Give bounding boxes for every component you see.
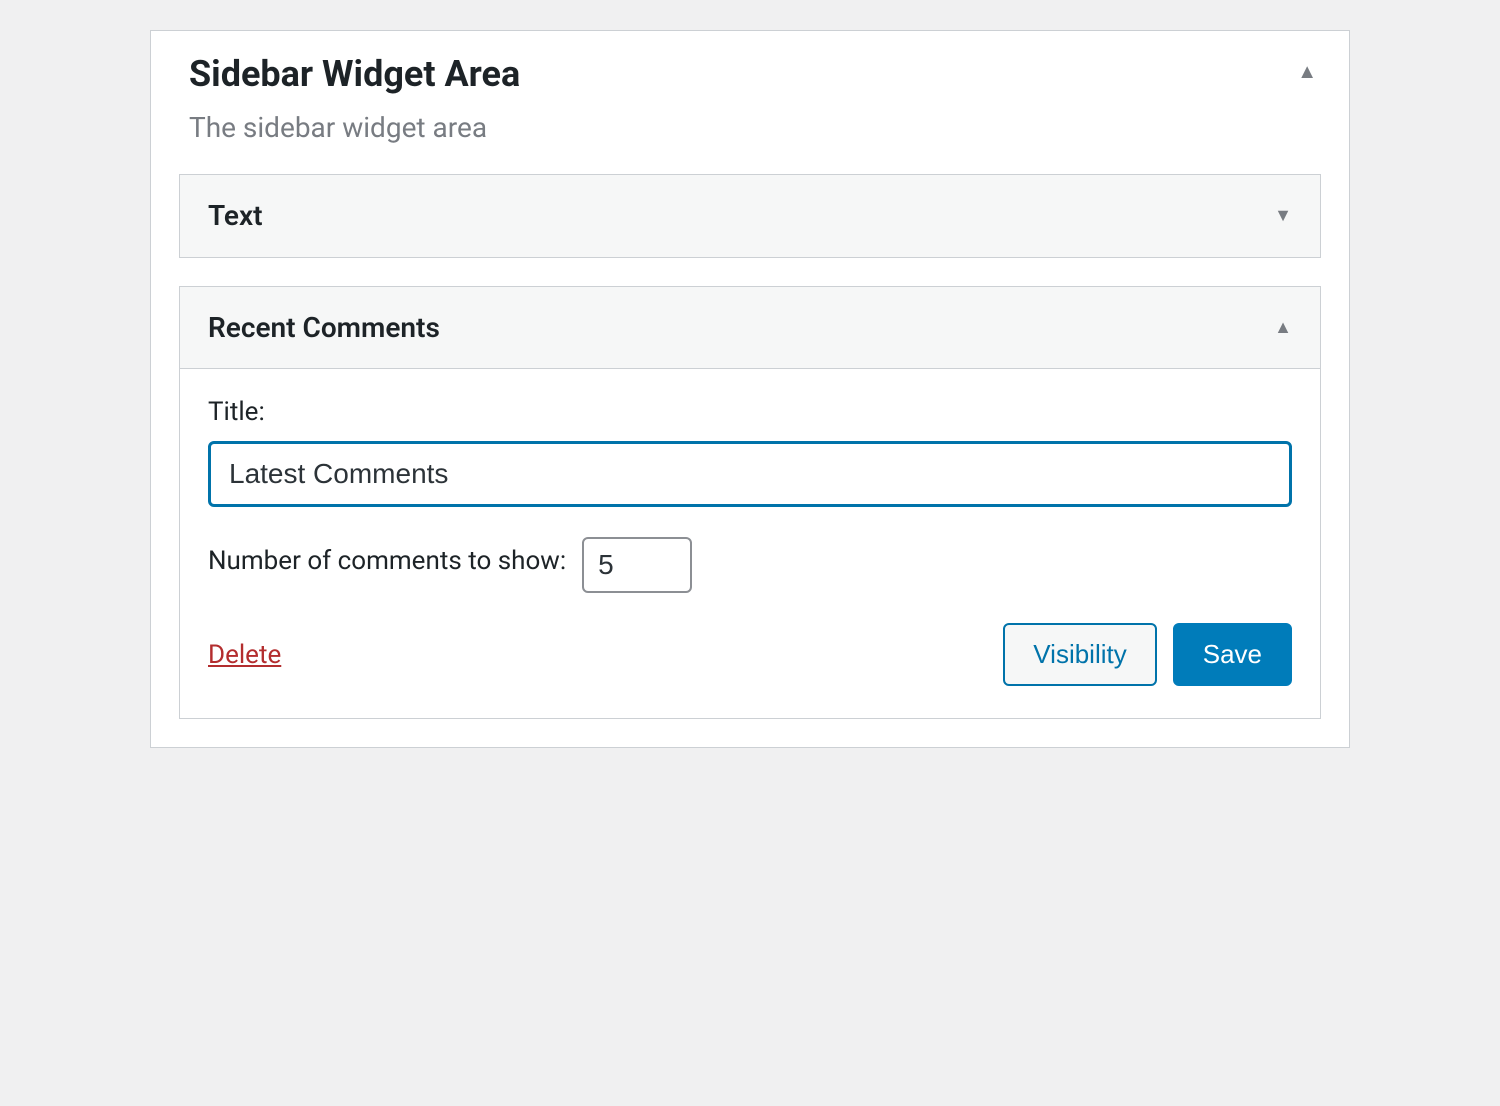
chevron-down-icon: ▼	[1274, 205, 1292, 226]
widget-recent-comments-title: Recent Comments	[208, 311, 440, 344]
number-input[interactable]	[582, 537, 692, 593]
widget-recent-comments-header[interactable]: Recent Comments ▲	[180, 287, 1320, 369]
number-field-group: Number of comments to show:	[208, 537, 1292, 593]
widget-area-container: Sidebar Widget Area The sidebar widget a…	[150, 30, 1350, 748]
widget-text-title: Text	[208, 199, 263, 232]
title-field-group: Title:	[208, 397, 1292, 507]
save-button[interactable]: Save	[1173, 623, 1292, 686]
widget-area-header: Sidebar Widget Area The sidebar widget a…	[151, 31, 1349, 174]
widget-recent-comments-body: Title: Number of comments to show: Delet…	[180, 369, 1320, 718]
number-label: Number of comments to show:	[208, 546, 566, 576]
widget-recent-comments: Recent Comments ▲ Title: Number of comme…	[179, 286, 1321, 719]
widget-area-title: Sidebar Widget Area	[189, 53, 1311, 95]
widget-actions: Delete Visibility Save	[208, 623, 1292, 686]
title-label: Title:	[208, 397, 1292, 427]
widget-text: Text ▼	[179, 174, 1321, 258]
widget-area-description: The sidebar widget area	[189, 111, 1311, 144]
widget-text-header[interactable]: Text ▼	[180, 175, 1320, 257]
visibility-button[interactable]: Visibility	[1003, 623, 1156, 686]
title-input[interactable]	[208, 441, 1292, 507]
delete-link[interactable]: Delete	[208, 640, 281, 670]
collapse-area-icon[interactable]: ▲	[1297, 59, 1317, 84]
button-group: Visibility Save	[1003, 623, 1292, 686]
chevron-up-icon: ▲	[1274, 317, 1292, 338]
